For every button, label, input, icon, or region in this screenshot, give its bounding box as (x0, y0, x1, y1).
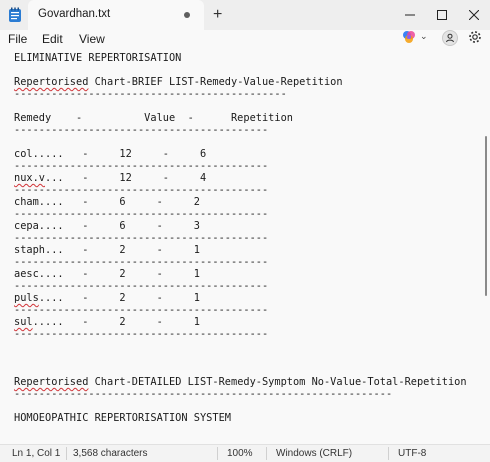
title-bar: Govardhan.txt + (0, 0, 490, 30)
editor-line: ----------------------------------------… (14, 124, 269, 136)
line-text: ..... - 2 - 1 (32, 316, 200, 328)
status-bar: Ln 1, Col 1 3,568 characters 100% Window… (0, 444, 490, 462)
editor-line: ----------------------------------------… (14, 280, 269, 292)
notepad-app-icon (8, 7, 22, 23)
user-icon (446, 33, 454, 43)
divider (266, 447, 267, 460)
editor-line: Repertorised Chart-BRIEF LIST-Remedy-Val… (14, 76, 343, 88)
file-tab[interactable]: Govardhan.txt (28, 0, 204, 30)
vertical-scrollbar[interactable] (483, 50, 490, 444)
menu-edit[interactable]: Edit (42, 32, 63, 46)
line-ending[interactable]: Windows (CRLF) (276, 448, 352, 459)
encoding[interactable]: UTF-8 (398, 448, 426, 459)
misspelled-word[interactable]: nux.v (14, 172, 45, 184)
minimize-button[interactable] (394, 0, 426, 30)
editor-line: ----------------------------------------… (14, 232, 269, 244)
maximize-button[interactable] (426, 0, 458, 30)
zoom-level[interactable]: 100% (227, 448, 253, 459)
editor-line: ----------------------------------------… (14, 304, 269, 316)
menu-bar: File Edit View (0, 30, 490, 50)
close-icon (469, 10, 479, 20)
gear-icon (469, 31, 481, 43)
copilot-icon[interactable] (402, 30, 416, 44)
maximize-icon (437, 10, 447, 20)
character-count: 3,568 characters (73, 448, 148, 459)
editor-line: ----------------------------------------… (14, 208, 269, 220)
minimize-icon (405, 14, 415, 16)
misspelled-word[interactable]: puls (14, 292, 39, 304)
divider (217, 447, 218, 460)
editor-line: sul..... - 2 - 1 (14, 316, 200, 328)
misspelled-word[interactable]: sul (14, 316, 33, 328)
misspelled-word[interactable]: Repertorised (14, 76, 88, 88)
account-button[interactable] (442, 30, 458, 46)
tab-title: Govardhan.txt (38, 8, 111, 20)
editor-line: Repertorised Chart-DETAILED LIST-Remedy-… (14, 376, 467, 388)
menu-view[interactable]: View (79, 32, 105, 46)
line-text: ... - 12 - 4 (45, 172, 207, 184)
line-text: Chart-BRIEF LIST-Remedy-Value-Repetition (88, 76, 343, 88)
line-text: .... - 2 - 1 (38, 292, 200, 304)
editor-line: aesc.... - 2 - 1 (14, 268, 200, 280)
divider (66, 447, 67, 460)
chevron-down-icon[interactable]: ⌄ (420, 31, 428, 42)
editor-line: HOMOEOPATHIC REPERTORISATION SYSTEM (14, 412, 231, 424)
editor-line: ----------------------------------------… (14, 88, 287, 100)
new-tab-button[interactable]: + (213, 5, 222, 25)
editor-line: ELIMINATIVE REPERTORISATION (14, 52, 182, 64)
editor-line: ----------------------------------------… (14, 388, 393, 400)
editor-line: col..... - 12 - 6 (14, 148, 207, 160)
editor-line: ----------------------------------------… (14, 328, 269, 340)
editor-line: ----------------------------------------… (14, 160, 269, 172)
text-editor[interactable]: ELIMINATIVE REPERTORISATION Repertorised … (0, 50, 482, 444)
editor-line: staph... - 2 - 1 (14, 244, 200, 256)
settings-button[interactable] (468, 30, 484, 46)
scrollbar-thumb[interactable] (485, 136, 487, 296)
misspelled-word[interactable]: Repertorised (14, 376, 88, 388)
editor-line: puls.... - 2 - 1 (14, 292, 200, 304)
line-text: Chart-DETAILED LIST-Remedy-Symptom No-Va… (88, 376, 467, 388)
editor-line: nux.v... - 12 - 4 (14, 172, 206, 184)
unsaved-indicator-icon[interactable] (184, 12, 190, 18)
editor-line: cham.... - 6 - 2 (14, 196, 200, 208)
menu-file[interactable]: File (8, 32, 27, 46)
cursor-position: Ln 1, Col 1 (12, 448, 61, 459)
editor-line: Remedy - Value - Repetition (14, 112, 293, 124)
editor-line: ----------------------------------------… (14, 256, 269, 268)
editor-line: cepa.... - 6 - 3 (14, 220, 200, 232)
divider (388, 447, 389, 460)
editor-line: ----------------------------------------… (14, 184, 269, 196)
close-button[interactable] (458, 0, 490, 30)
